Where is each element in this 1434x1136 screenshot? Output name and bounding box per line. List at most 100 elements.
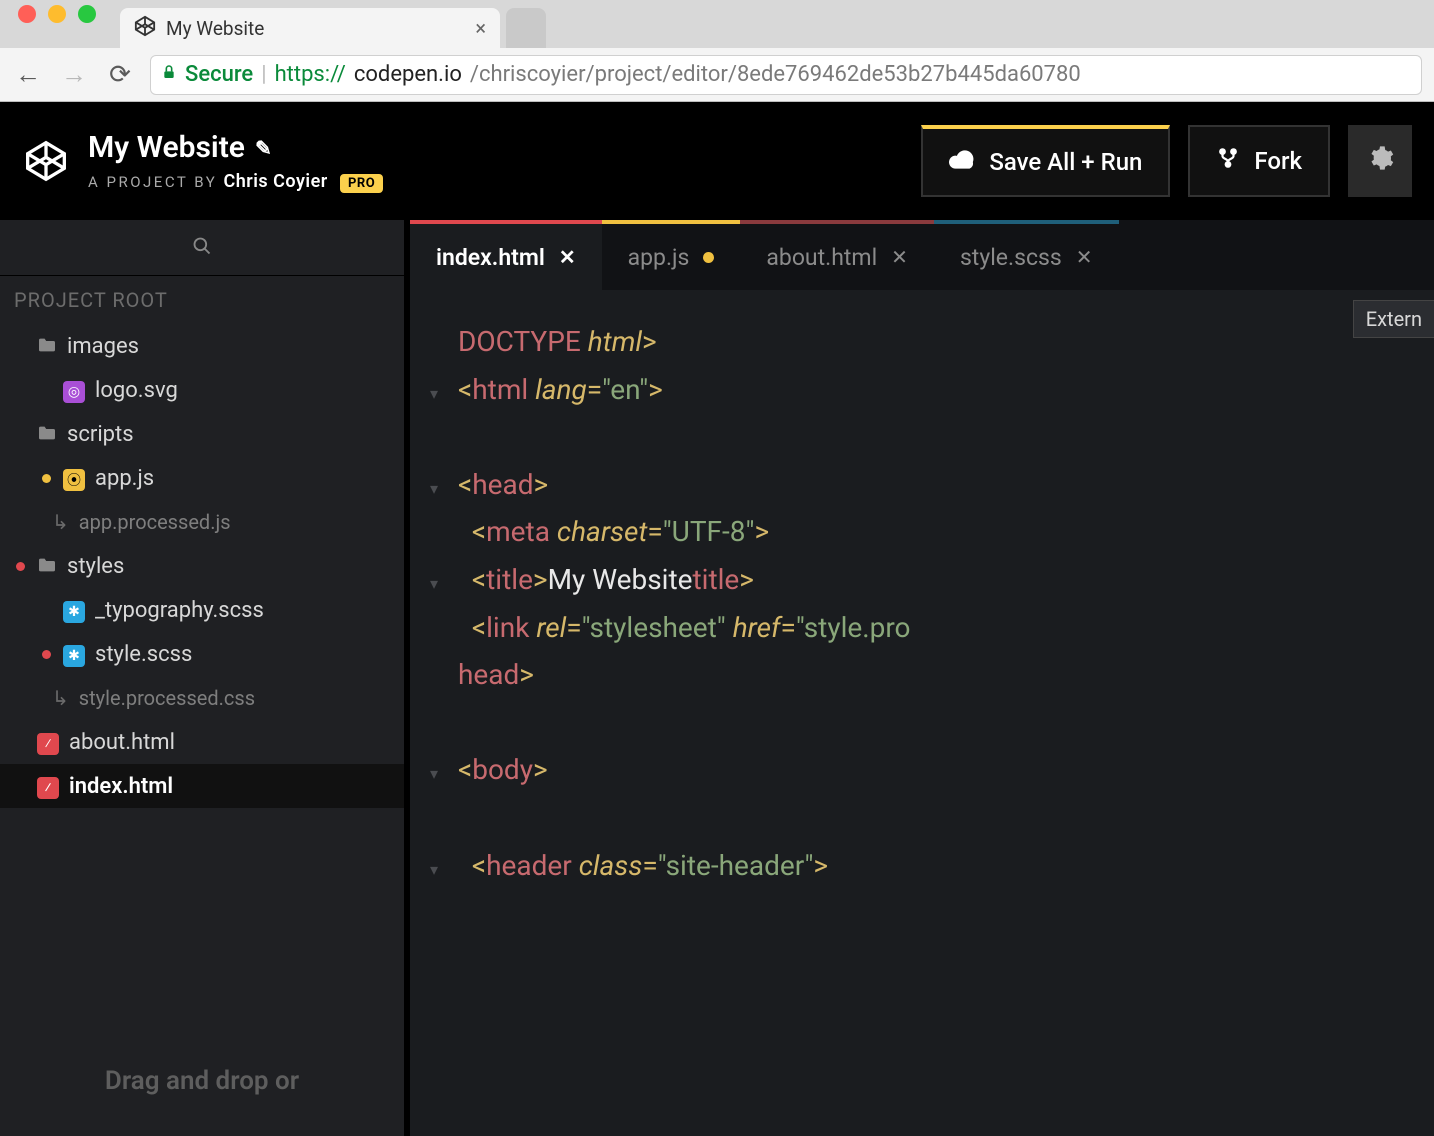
file-sidebar: PROJECT ROOT images ◎ logo.svg scripts⦿app.…	[0, 220, 410, 1136]
url-path: /chriscoyier/project/editor/8ede769462de…	[470, 62, 1081, 87]
browser-tab-strip: My Website ×	[114, 0, 546, 48]
browser-tab-title: My Website	[166, 17, 264, 40]
project-title-text: My Website	[88, 130, 245, 165]
browser-tab-active[interactable]: My Website ×	[120, 8, 500, 48]
forward-icon[interactable]: →	[58, 59, 90, 90]
secure-label: Secure	[185, 62, 253, 87]
scss-file-icon: ✱	[63, 641, 85, 667]
file-tree-item[interactable]: styles	[0, 544, 404, 588]
save-run-button[interactable]: Save All + Run	[921, 125, 1170, 197]
file-name: app.processed.js	[79, 510, 231, 534]
window-controls	[0, 5, 114, 43]
fold-icon[interactable]: ▾	[410, 475, 458, 502]
file-name: about.html	[69, 730, 175, 755]
folder-file-icon	[37, 334, 57, 359]
file-tree-item[interactable]: ⁄ index.html	[0, 764, 404, 808]
settings-button[interactable]	[1348, 125, 1412, 197]
file-name: images	[67, 334, 139, 359]
file-tree: images ◎ logo.svg scripts⦿app.js ↳ app.proces…	[0, 324, 404, 1026]
close-tab-icon[interactable]: ✕	[559, 245, 576, 269]
code-area[interactable]: ▾DOCTYPE html>▾<html lang="en">▾▾<head>▾…	[410, 290, 1434, 1136]
modified-dot-icon	[16, 562, 25, 571]
close-tab-icon[interactable]: ✕	[1076, 245, 1093, 269]
editor-tab-label: index.html	[436, 244, 545, 271]
drop-hint: Drag and drop or	[0, 1026, 404, 1136]
folder-file-icon	[37, 422, 57, 447]
project-title-block: My Website ✎ A PROJECT BY Chris Coyier P…	[88, 130, 383, 192]
fold-icon[interactable]: ▾	[410, 570, 458, 597]
minimize-window-icon[interactable]	[48, 5, 66, 23]
editor-tab-label: style.scss	[960, 244, 1062, 271]
file-tree-item[interactable]: images	[0, 324, 404, 368]
editor-tab-label: app.js	[628, 244, 690, 271]
modified-dot-icon	[16, 342, 25, 351]
close-window-icon[interactable]	[18, 5, 36, 23]
fold-icon[interactable]: ▾	[410, 856, 458, 883]
editor-tab[interactable]: index.html ✕	[410, 220, 602, 290]
workspace: PROJECT ROOT images ◎ logo.svg scripts⦿app.…	[0, 220, 1434, 1136]
modified-dot-icon	[42, 650, 51, 659]
modified-dot-icon	[16, 782, 25, 791]
modified-dot-icon	[42, 474, 51, 483]
html-file-icon: ⁄	[37, 773, 59, 799]
lock-icon	[161, 62, 177, 87]
file-tree-item[interactable]: ↳ app.processed.js	[0, 500, 404, 544]
modified-dot-icon	[703, 252, 714, 263]
processed-file-icon: ↳	[52, 686, 69, 710]
editor-tab[interactable]: app.js	[602, 220, 741, 290]
gear-icon	[1366, 144, 1394, 178]
close-tab-icon[interactable]: ✕	[891, 245, 908, 269]
html-file-icon: ⁄	[37, 729, 59, 755]
processed-file-icon: ↳	[52, 510, 69, 534]
file-name: index.html	[69, 774, 173, 799]
editor-tab-strip: index.html ✕ app.js about.html✕ style.scss ✕	[410, 220, 1434, 290]
svg-file-icon: ◎	[63, 377, 85, 403]
modified-dot-icon	[16, 738, 25, 747]
file-tree-item[interactable]: ↳ style.processed.css	[0, 676, 404, 720]
edit-title-icon[interactable]: ✎	[255, 136, 272, 160]
fork-label: Fork	[1254, 147, 1302, 175]
file-name: style.scss	[95, 642, 192, 667]
editor-pane: index.html✕app.jsabout.html✕style.scss✕ …	[410, 220, 1434, 1136]
url-input[interactable]: Secure | https://codepen.io/chriscoyier/…	[150, 55, 1422, 95]
file-tree-item[interactable]: ✱_typography.scss	[0, 588, 404, 632]
file-tree-item[interactable]: ⁄ about.html	[0, 720, 404, 764]
sidebar-search[interactable]	[0, 220, 404, 276]
fold-icon[interactable]: ▾	[410, 760, 458, 787]
file-name: app.js	[95, 466, 154, 491]
file-name: styles	[67, 554, 124, 579]
close-tab-icon[interactable]: ×	[475, 16, 486, 40]
back-icon[interactable]: ←	[12, 59, 44, 90]
project-subtitle: A PROJECT BY Chris Coyier PRO	[88, 171, 383, 192]
fork-button[interactable]: Fork	[1188, 125, 1330, 197]
author-name[interactable]: Chris Coyier	[223, 171, 327, 192]
file-tree-item[interactable]: ◎ logo.svg	[0, 368, 404, 412]
file-tree-item[interactable]: ⦿app.js	[0, 456, 404, 500]
editor-tab[interactable]: style.scss ✕	[934, 220, 1119, 290]
file-name: logo.svg	[95, 378, 178, 403]
cloud-icon	[949, 148, 975, 176]
file-name: style.processed.css	[79, 686, 255, 710]
modified-dot-icon	[42, 386, 51, 395]
project-title[interactable]: My Website ✎	[88, 130, 383, 165]
codepen-favicon-icon	[134, 15, 156, 41]
modified-dot-icon	[16, 430, 25, 439]
file-tree-item[interactable]: scripts	[0, 412, 404, 456]
subtitle-prefix: A PROJECT BY	[88, 173, 217, 191]
file-tree-item[interactable]: ✱ style.scss	[0, 632, 404, 676]
modified-dot-icon	[42, 606, 51, 615]
codepen-logo-icon[interactable]	[22, 137, 70, 185]
project-root-label: PROJECT ROOT	[0, 276, 404, 324]
browser-tab-inactive[interactable]	[506, 8, 546, 48]
browser-address-bar: ← → ⟳ Secure | https://codepen.io/chrisc…	[0, 48, 1434, 102]
fold-icon[interactable]: ▾	[410, 380, 458, 407]
search-icon	[192, 236, 212, 260]
url-host: codepen.io	[354, 62, 462, 87]
reload-icon[interactable]: ⟳	[104, 60, 136, 90]
maximize-window-icon[interactable]	[78, 5, 96, 23]
editor-tab[interactable]: about.html✕	[740, 220, 934, 290]
folder-file-icon	[37, 554, 57, 579]
external-resources-button[interactable]: Extern	[1353, 300, 1434, 338]
fork-icon	[1216, 147, 1240, 175]
scss-file-icon: ✱	[63, 597, 85, 623]
